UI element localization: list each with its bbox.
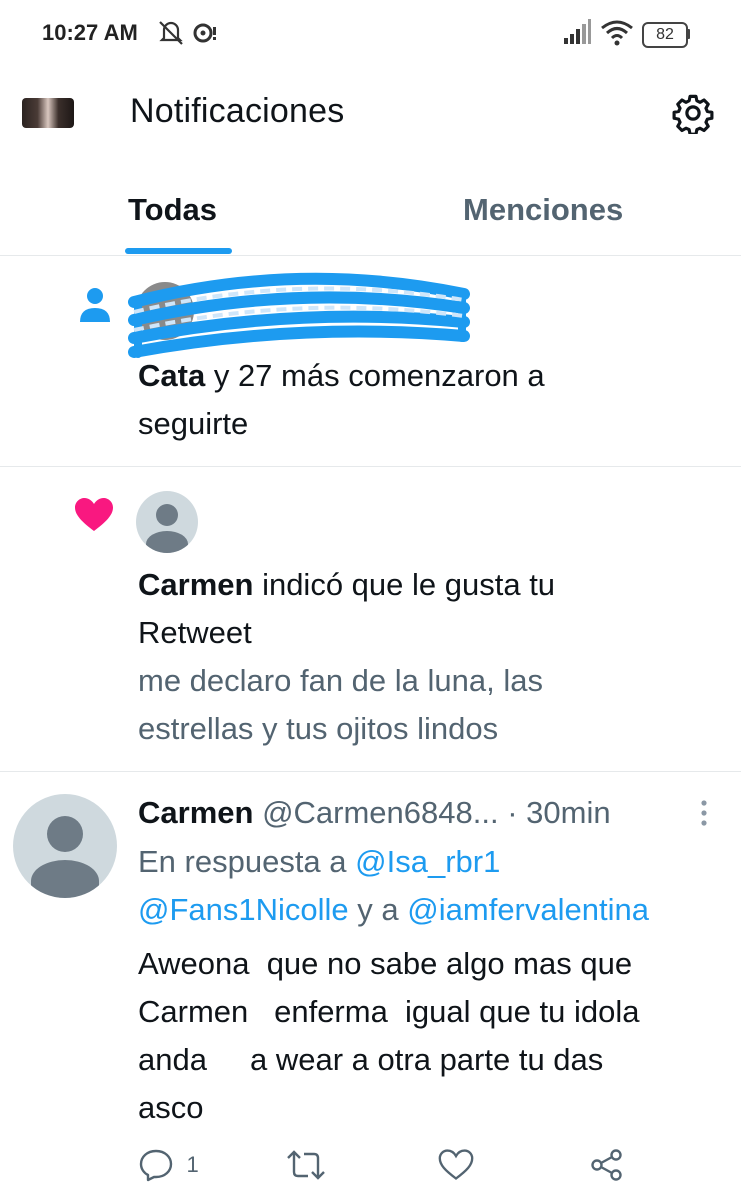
tweet-body-line: asco (138, 1090, 204, 1125)
more-options-icon[interactable] (698, 798, 710, 828)
mention-link[interactable]: @Isa_rbr1 (355, 844, 500, 879)
page-title: Notificaciones (130, 92, 345, 130)
tweet-body-line: Aweona que no sabe algo mas que (138, 946, 633, 981)
follower-name[interactable]: Cata (138, 358, 205, 393)
signal-icon (564, 19, 591, 44)
tweet-body-line: Carmen enferma igual que tu idola (138, 994, 640, 1029)
status-time: 10:27 AM (42, 20, 138, 45)
like-icon[interactable] (438, 1148, 474, 1182)
active-tab-indicator (125, 248, 232, 254)
reply-count: 1 (186, 1152, 199, 1177)
battery-tip (687, 29, 690, 39)
notification-like-text[interactable]: Carmen indicó que le gusta tu Retweet me… (138, 561, 728, 753)
heart-icon (75, 498, 113, 531)
wifi-icon (601, 20, 633, 46)
tweet-time[interactable]: · 30min (507, 795, 610, 830)
reply-button[interactable]: 1 (138, 1148, 199, 1182)
reply-prefix: En respuesta a (138, 844, 347, 879)
author-name[interactable]: Carmen (138, 795, 253, 830)
follow-text: y 27 más comenzaron a (213, 358, 545, 393)
retweet-icon[interactable] (286, 1148, 326, 1182)
like-text: indicó que le gusta tu (262, 567, 556, 602)
notification-follow-text[interactable]: Cata y 27 más comenzaron a seguirte (138, 352, 718, 448)
like-text-2: Retweet (138, 615, 252, 650)
reply-and: y a (357, 892, 399, 927)
reply-icon (139, 1149, 173, 1182)
mention-link[interactable]: @iamfervalentina (407, 892, 649, 927)
gear-icon[interactable] (672, 92, 714, 134)
liked-tweet-line-2: estrellas y tus ojitos lindos (138, 711, 499, 746)
mention-link[interactable]: @Fans1Nicolle (138, 892, 349, 927)
mute-notifications-icon (159, 21, 183, 45)
liked-tweet-line-1: me declaro fan de la luna, las (138, 663, 543, 698)
alert-icon (193, 23, 216, 43)
reply-context: En respuesta a @Isa_rbr1 @Fans1Nicolle y… (138, 838, 738, 934)
tab-menciones[interactable]: Menciones (463, 192, 623, 228)
profile-avatar[interactable] (22, 98, 74, 128)
redaction-scribble (128, 272, 470, 358)
share-icon[interactable] (590, 1148, 624, 1182)
tweet-body[interactable]: Aweona que no sabe algo mas que Carmen e… (138, 940, 738, 1132)
tab-todas[interactable]: Todas (128, 192, 217, 228)
notification-divider (0, 771, 741, 772)
notification-divider (0, 466, 741, 467)
tabs-divider (0, 255, 741, 256)
follow-text-2: seguirte (138, 406, 249, 441)
person-icon (80, 288, 110, 322)
tweet-body-line: anda a wear a otra parte tu das (138, 1042, 604, 1077)
author-avatar[interactable] (13, 794, 117, 898)
liker-name[interactable]: Carmen (138, 567, 253, 602)
tweet-header: Carmen @Carmen6848... · 30min (138, 789, 611, 837)
liker-avatar[interactable] (136, 491, 198, 553)
battery-level: 82 (642, 22, 688, 48)
author-handle[interactable]: @Carmen6848... (262, 795, 499, 830)
